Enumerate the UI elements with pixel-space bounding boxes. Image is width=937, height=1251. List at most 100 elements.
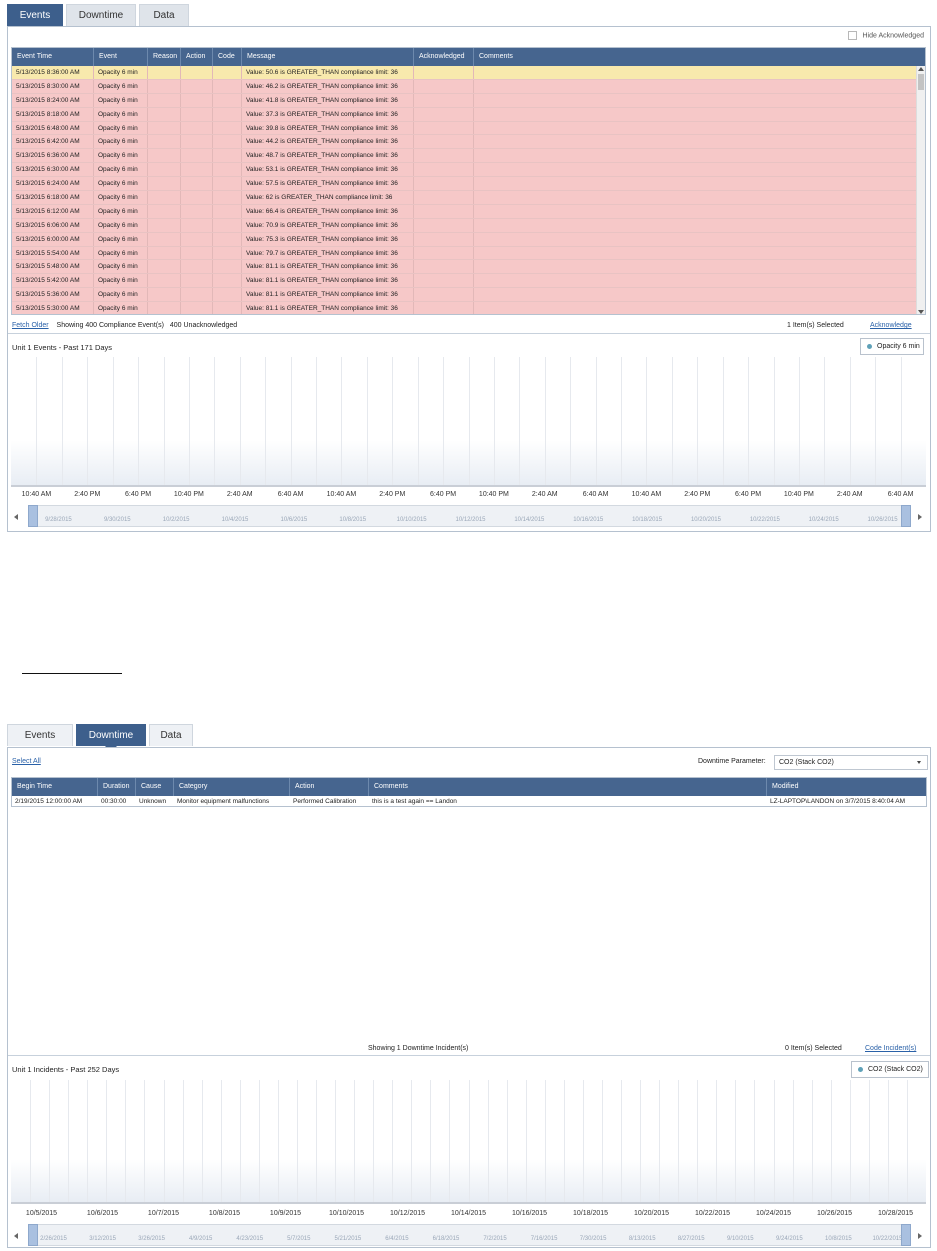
tab-data-2[interactable]: Data (149, 724, 193, 746)
col-comments-2[interactable]: Comments (369, 778, 767, 796)
table-row[interactable]: 5/13/2015 5:42:00 AM Opacity 6 min Value: … (12, 274, 918, 289)
grid-line (792, 1080, 794, 1202)
col-cause[interactable]: Cause (136, 778, 174, 796)
acknowledge-link[interactable]: Acknowledge (870, 322, 912, 329)
col-modified[interactable]: Modified (767, 778, 926, 796)
table-row[interactable]: 5/13/2015 5:54:00 AM Opacity 6 min Value: … (12, 246, 918, 261)
downtime-nav-handle-right[interactable] (901, 1224, 911, 1246)
hide-acknowledged-checkbox[interactable] (847, 31, 857, 40)
grid-line (106, 1080, 108, 1202)
cell-code (213, 107, 242, 121)
table-row[interactable]: 5/13/2015 5:36:00 AM Opacity 6 min Value: … (12, 288, 918, 303)
col-message[interactable]: Message (242, 48, 414, 66)
cell-reason (148, 93, 181, 107)
events-nav-right-icon[interactable] (918, 514, 922, 520)
downtime-timeline-plot[interactable] (11, 1080, 926, 1202)
scroll-up-icon[interactable] (918, 67, 924, 71)
table-row[interactable]: 5/13/2015 6:48:00 AM Opacity 6 min Value: … (12, 121, 918, 136)
tab-downtime-2[interactable]: Downtime (76, 724, 146, 752)
cell-event: Opacity 6 min (94, 232, 148, 246)
grid-line (335, 1080, 337, 1202)
events-timeline-plot[interactable] (11, 357, 926, 485)
downtime-nav-right-icon[interactable] (918, 1233, 922, 1239)
cell-comments (474, 107, 918, 121)
axis-tick-label: 10:40 PM (783, 491, 814, 498)
navigator-label: 7/2/2015 (483, 1236, 507, 1242)
col-category[interactable]: Category (174, 778, 290, 796)
cell-comments (474, 302, 918, 314)
downtime-divider (8, 1055, 930, 1056)
table-row[interactable]: 5/13/2015 5:30:00 AM Opacity 6 min Value: … (12, 302, 918, 314)
events-showing-count: Showing 400 Compliance Event(s) (56, 322, 164, 329)
cell-event: Opacity 6 min (94, 274, 148, 288)
cell-event: Opacity 6 min (94, 260, 148, 274)
table-row[interactable]: 5/13/2015 6:30:00 AM Opacity 6 min Value: … (12, 163, 918, 178)
downtime-parameter-select[interactable]: CO2 (Stack CO2) (774, 755, 928, 770)
events-navigator[interactable]: 9/28/2015 9/30/2015 10/2/2015 10/4/2015 10/6… (28, 505, 911, 527)
col-begin-time[interactable]: Begin Time (12, 778, 98, 796)
table-row[interactable]: 5/13/2015 6:42:00 AM Opacity 6 min Value: … (12, 135, 918, 150)
cell-action (181, 274, 213, 288)
table-row[interactable]: 5/13/2015 8:24:00 AM Opacity 6 min Value: … (12, 93, 918, 108)
table-row[interactable]: 5/13/2015 8:30:00 AM Opacity 6 min Value: … (12, 79, 918, 94)
grid-line (30, 1080, 32, 1202)
scroll-thumb[interactable] (918, 74, 924, 90)
grid-line (601, 1080, 603, 1202)
select-all-link[interactable]: Select All (12, 758, 41, 765)
downtime-navigator[interactable]: 2/26/2015 3/12/2015 3/26/2015 4/9/2015 4/23/… (28, 1224, 911, 1246)
cell-comments (474, 66, 918, 79)
table-row[interactable]: 5/13/2015 6:24:00 AM Opacity 6 min Value: … (12, 177, 918, 192)
table-row[interactable]: 5/13/2015 6:36:00 AM Opacity 6 min Value: … (12, 149, 918, 164)
cell-event-time: 5/13/2015 5:30:00 AM (12, 302, 94, 314)
col-event-time[interactable]: Event Time (12, 48, 94, 66)
cell-comments (474, 163, 918, 177)
navigator-label: 10/10/2015 (396, 517, 427, 523)
cell-event: Opacity 6 min (94, 177, 148, 191)
downtime-row[interactable]: 2/19/2015 12:00:00 AM 00:30:00 Unknown M… (12, 796, 926, 807)
grid-line (411, 1080, 413, 1202)
cell-acknowledged (414, 121, 474, 135)
col-event[interactable]: Event (94, 48, 148, 66)
scroll-down-icon[interactable] (918, 310, 924, 314)
cell-message: Value: 81.1 is GREATER_THAN compliance l… (242, 288, 414, 302)
table-row[interactable]: 5/13/2015 6:00:00 AM Opacity 6 min Value: … (12, 232, 918, 247)
events-nav-handle-left[interactable] (28, 505, 38, 527)
col-acknowledged[interactable]: Acknowledged (414, 48, 474, 66)
cell-message: Value: 44.2 is GREATER_THAN compliance l… (242, 135, 414, 149)
table-row[interactable]: 5/13/2015 5:48:00 AM Opacity 6 min Value: … (12, 260, 918, 275)
navigator-label: 5/21/2015 (334, 1236, 362, 1242)
grid-line (544, 1080, 546, 1202)
axis-tick-label: 10/22/2015 (694, 1210, 731, 1217)
col-action-2[interactable]: Action (290, 778, 369, 796)
table-row[interactable]: 5/13/2015 8:36:00 AM Opacity 6 min Value: … (12, 66, 918, 80)
downtime-nav-left-icon[interactable] (14, 1233, 18, 1239)
tab-data[interactable]: Data (139, 4, 189, 26)
table-row[interactable]: 5/13/2015 6:06:00 AM Opacity 6 min Value: … (12, 218, 918, 233)
cell-event: Opacity 6 min (94, 121, 148, 135)
col-reason[interactable]: Reason (148, 48, 181, 66)
col-code[interactable]: Code (213, 48, 242, 66)
events-nav-left-icon[interactable] (14, 514, 18, 520)
col-comments[interactable]: Comments (474, 48, 925, 66)
axis-tick-label: 2:40 PM (379, 491, 406, 498)
hide-acknowledged[interactable]: Hide Acknowledged (847, 31, 924, 40)
grid-line (87, 357, 89, 485)
events-grid-scrollbar[interactable] (916, 66, 925, 314)
col-action[interactable]: Action (181, 48, 213, 66)
tab-downtime[interactable]: Downtime (66, 4, 136, 26)
axis-tick-label: 2:40 AM (226, 491, 253, 498)
code-incidents-link[interactable]: Code Incident(s) (865, 1045, 916, 1052)
table-row[interactable]: 5/13/2015 6:12:00 AM Opacity 6 min Value: … (12, 204, 918, 219)
grid-line (214, 357, 216, 485)
events-footer-left: Fetch Older Showing 400 Compliance Event… (12, 322, 237, 329)
col-duration[interactable]: Duration (98, 778, 136, 796)
table-row[interactable]: 5/13/2015 6:18:00 AM Opacity 6 min Value: … (12, 191, 918, 205)
axis-tick-label: 10/14/2015 (450, 1210, 487, 1217)
table-row[interactable]: 5/13/2015 8:18:00 AM Opacity 6 min Value: … (12, 107, 918, 122)
tab-events-2[interactable]: Events (7, 724, 73, 746)
tab-events[interactable]: Events (7, 4, 63, 32)
events-nav-handle-right[interactable] (901, 505, 911, 527)
downtime-nav-handle-left[interactable] (28, 1224, 38, 1246)
fetch-older-link[interactable]: Fetch Older (12, 322, 49, 329)
cell-action (181, 107, 213, 121)
